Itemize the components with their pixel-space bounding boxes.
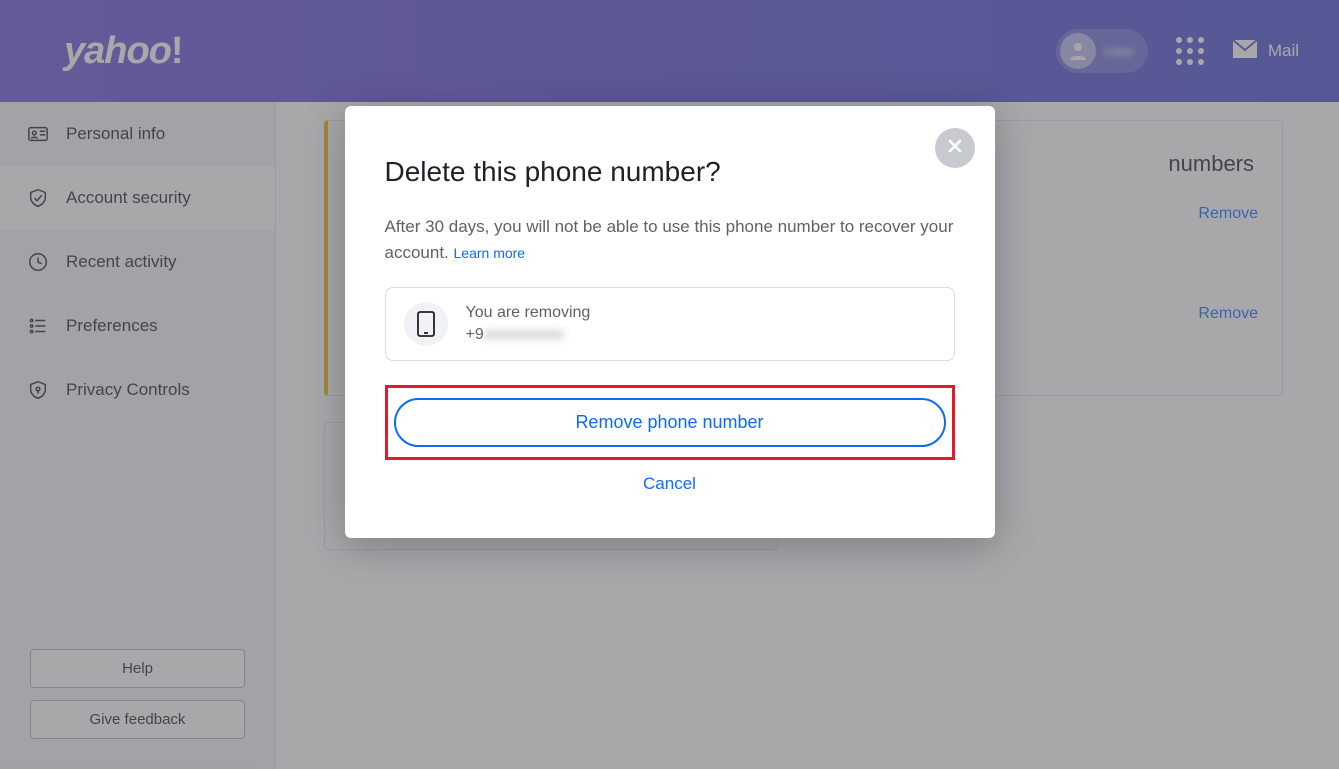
modal-description: After 30 days, you will not be able to u… — [385, 214, 955, 265]
removing-text: You are removing +9xxxxxxxxxx — [466, 302, 591, 345]
close-icon — [945, 136, 965, 161]
learn-more-link[interactable]: Learn more — [454, 245, 526, 261]
cancel-link[interactable]: Cancel — [385, 474, 955, 494]
phone-number-redacted: xxxxxxxxxx — [484, 324, 564, 346]
phone-number-prefix: +9 — [466, 324, 484, 346]
modal-title: Delete this phone number? — [385, 156, 955, 188]
removing-box: You are removing +9xxxxxxxxxx — [385, 287, 955, 361]
delete-phone-modal: Delete this phone number? After 30 days,… — [345, 106, 995, 538]
close-button[interactable] — [935, 128, 975, 168]
phone-icon — [404, 302, 448, 346]
annotation-highlight: Remove phone number — [385, 385, 955, 460]
removing-label: You are removing — [466, 304, 591, 321]
remove-phone-number-button[interactable]: Remove phone number — [394, 398, 946, 447]
